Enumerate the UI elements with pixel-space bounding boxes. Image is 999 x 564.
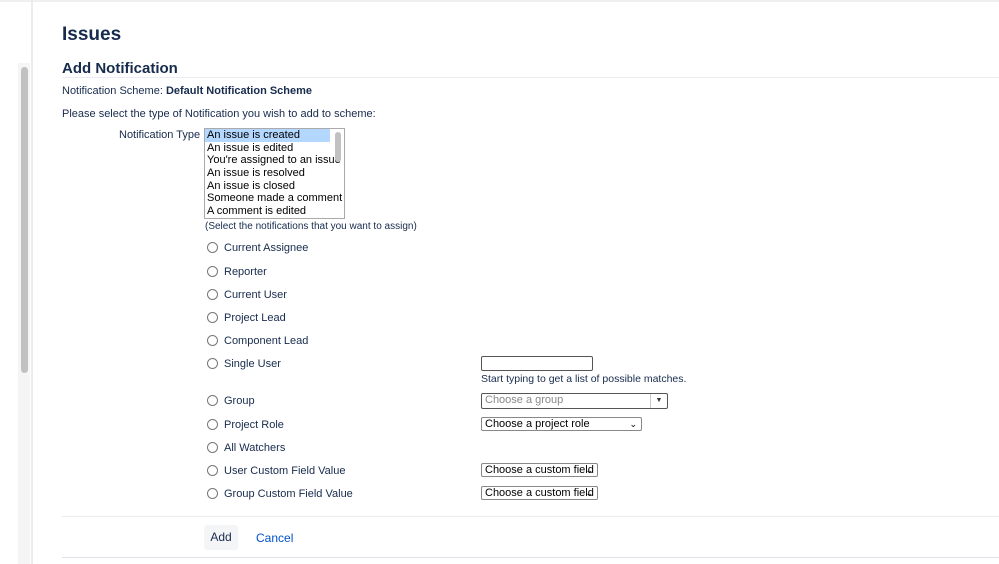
page-title: Issues <box>62 24 122 45</box>
list-option[interactable]: A comment is edited <box>205 205 330 218</box>
user-custom-field-select[interactable]: Choose a custom field ⌄ <box>481 463 598 477</box>
recipient-radio[interactable] <box>207 312 218 323</box>
divider <box>62 557 999 558</box>
scrollbar-thumb[interactable] <box>21 67 28 373</box>
recipient-radio[interactable] <box>207 358 218 369</box>
recipient-radio[interactable] <box>207 266 218 277</box>
recipient-label: Group Custom Field Value <box>224 488 353 500</box>
recipient-radio[interactable] <box>207 289 218 300</box>
scheme-line: Notification Scheme: Default Notificatio… <box>62 85 312 97</box>
dropdown-arrow-icon[interactable]: ▼ <box>650 394 667 408</box>
recipient-radio[interactable] <box>207 419 218 430</box>
list-option[interactable]: An issue is closed <box>205 180 330 193</box>
project-role-value: Choose a project role <box>485 418 590 430</box>
chevron-down-icon: ⌄ <box>585 465 593 475</box>
recipient-label: Project Lead <box>224 312 286 324</box>
instruction: Please select the type of Notification y… <box>62 108 376 120</box>
chevron-down-icon: ⌄ <box>629 419 637 429</box>
recipient-label: Current Assignee <box>224 242 309 254</box>
recipient-radio[interactable] <box>207 395 218 406</box>
scheme-name: Default Notification Scheme <box>165 85 313 97</box>
recipient-radio[interactable] <box>207 465 218 476</box>
top-border <box>0 0 999 2</box>
list-option[interactable]: An issue is created <box>205 129 330 142</box>
list-option[interactable]: You're assigned to an issue <box>205 154 341 167</box>
recipient-label: Component Lead <box>224 335 309 347</box>
recipient-radio[interactable] <box>207 242 218 253</box>
recipient-label: Current User <box>224 289 287 301</box>
notification-type-listbox[interactable]: An issue is created An issue is edited Y… <box>204 128 345 219</box>
list-option[interactable]: An issue is resolved <box>205 167 330 180</box>
recipient-label: Reporter <box>224 266 267 278</box>
list-option[interactable]: An issue is edited <box>205 142 330 155</box>
recipient-label: Project Role <box>224 419 284 431</box>
divider <box>62 516 999 517</box>
scheme-label: Notification Scheme: <box>62 85 163 97</box>
single-user-input[interactable] <box>481 356 593 371</box>
project-role-select[interactable]: Choose a project role ⌄ <box>481 417 642 431</box>
divider <box>62 77 999 78</box>
group-custom-field-value: Choose a custom field <box>485 487 594 499</box>
group-picker[interactable]: Choose a group ▼ <box>481 393 668 409</box>
recipient-label: Group <box>224 395 255 407</box>
recipient-radio[interactable] <box>207 335 218 346</box>
recipient-radio[interactable] <box>207 442 218 453</box>
user-custom-field-value: Choose a custom field <box>485 464 594 476</box>
select-hint: (Select the notifications that you want … <box>205 221 417 232</box>
group-placeholder: Choose a group <box>485 394 564 406</box>
cancel-link[interactable]: Cancel <box>256 531 293 545</box>
section-title: Add Notification <box>62 60 178 77</box>
recipient-label: All Watchers <box>224 442 286 454</box>
notification-type-label: Notification Type <box>119 129 201 141</box>
sidebar-border <box>31 0 33 564</box>
list-option[interactable]: Someone made a comment <box>205 192 342 205</box>
recipient-label: User Custom Field Value <box>224 465 346 477</box>
group-custom-field-select[interactable]: Choose a custom field ⌄ <box>481 486 598 500</box>
single-user-hint: Start typing to get a list of possible m… <box>481 373 687 385</box>
chevron-down-icon: ⌄ <box>585 488 593 498</box>
listbox-scrollbar-thumb[interactable] <box>335 132 341 162</box>
recipient-label: Single User <box>224 358 281 370</box>
add-button[interactable]: Add <box>204 525 238 550</box>
recipient-radio[interactable] <box>207 488 218 499</box>
